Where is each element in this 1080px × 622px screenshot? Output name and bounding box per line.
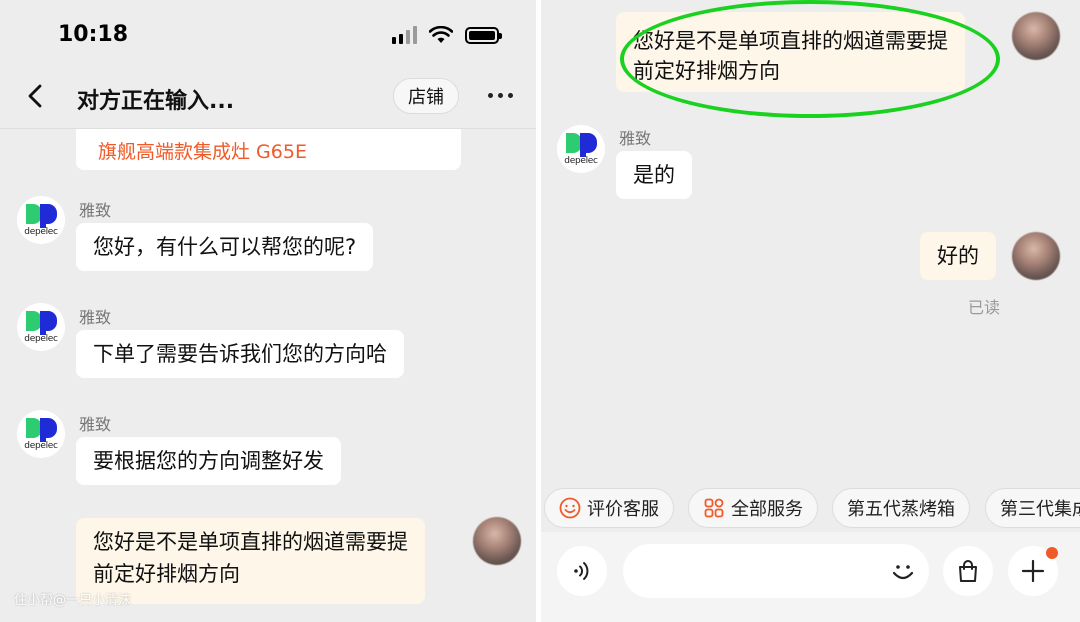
- shopping-bag-icon: [959, 560, 977, 582]
- status-time: 10:18: [58, 22, 129, 47]
- chip-label: 全部服务: [731, 499, 803, 520]
- user-message-line-2: 前定好排烟方向: [93, 562, 240, 586]
- product-chip[interactable]: 第三代集成: [985, 488, 1080, 528]
- user-message-bubble: 您好是不是单项直排的烟道需要提 前定好排烟方向: [616, 12, 965, 92]
- watermark: 住小帮@一只小清沫: [14, 593, 132, 608]
- cellular-signal-icon: [392, 26, 417, 44]
- user-message-line-2: 前定好排烟方向: [633, 59, 780, 83]
- product-chip[interactable]: 第五代蒸烤箱: [832, 488, 970, 528]
- battery-icon: [465, 26, 502, 44]
- left-screenshot: 10:18 对方正在输入... 店铺 旗舰高端款集成灶 G65E depelec…: [0, 0, 536, 622]
- product-card-title: 旗舰高端款集成灶 G65E: [98, 141, 307, 163]
- user-avatar[interactable]: [1012, 12, 1060, 60]
- chip-label: 第三代集成: [1000, 499, 1080, 520]
- voice-icon: [574, 562, 589, 580]
- user-avatar[interactable]: [473, 517, 521, 565]
- brand-logo-text: depelec: [24, 334, 58, 344]
- message-bubble: 您好，有什么可以帮您的呢?: [76, 223, 374, 271]
- rate-service-chip[interactable]: 评价客服: [544, 488, 674, 528]
- right-screenshot: 您好是不是单项直排的烟道需要提 前定好排烟方向 depelec 雅致 是的 好的…: [541, 0, 1080, 622]
- sender-name: 雅致: [79, 415, 112, 434]
- user-message-line-1: 您好是不是单项直排的烟道需要提: [93, 530, 408, 554]
- merchant-avatar[interactable]: depelec: [17, 303, 65, 351]
- user-message-bubble: 好的: [920, 232, 996, 280]
- user-message-line-1: 您好是不是单项直排的烟道需要提: [633, 29, 948, 53]
- status-icons: [392, 26, 502, 44]
- emoji-icon[interactable]: [889, 558, 917, 586]
- brand-logo-text: depelec: [24, 227, 58, 237]
- sender-name: 雅致: [619, 129, 652, 148]
- product-card[interactable]: 旗舰高端款集成灶 G65E: [76, 129, 461, 170]
- merchant-avatar[interactable]: depelec: [557, 125, 605, 173]
- brand-logo-text: depelec: [24, 441, 58, 451]
- message-bubble: 是的: [616, 151, 692, 199]
- smile-icon: [559, 497, 581, 519]
- notification-dot: [1046, 547, 1058, 559]
- shop-button[interactable]: 店铺: [393, 78, 459, 114]
- sender-name: 雅致: [79, 201, 112, 220]
- wifi-icon: [429, 26, 453, 43]
- all-services-chip[interactable]: 全部服务: [688, 488, 818, 528]
- shopping-bag-button[interactable]: [943, 546, 993, 596]
- merchant-avatar[interactable]: depelec: [17, 410, 65, 458]
- more-icon[interactable]: [488, 93, 513, 98]
- quick-action-bar: 评价客服 全部服务 第五代蒸烤箱 第三代集成: [541, 488, 1080, 530]
- chip-label: 评价客服: [587, 499, 659, 520]
- chip-label: 第五代蒸烤箱: [847, 499, 955, 520]
- back-icon[interactable]: [22, 82, 50, 110]
- chat-title: 对方正在输入...: [77, 89, 235, 114]
- sender-name: 雅致: [79, 308, 112, 327]
- input-bar: [541, 532, 1080, 622]
- brand-logo-text: depelec: [564, 156, 598, 166]
- message-bubble: 要根据您的方向调整好发: [76, 437, 341, 485]
- user-avatar[interactable]: [1012, 232, 1060, 280]
- chat-area[interactable]: 旗舰高端款集成灶 G65E depelec 雅致 您好，有什么可以帮您的呢? d…: [0, 129, 536, 622]
- message-bubble: 下单了需要告诉我们您的方向哈: [76, 330, 404, 378]
- grid-icon: [704, 498, 724, 518]
- message-input[interactable]: [623, 544, 929, 598]
- plus-icon: [1021, 559, 1045, 583]
- read-status: 已读: [968, 298, 1001, 317]
- voice-button[interactable]: [557, 546, 607, 596]
- merchant-avatar[interactable]: depelec: [17, 196, 65, 244]
